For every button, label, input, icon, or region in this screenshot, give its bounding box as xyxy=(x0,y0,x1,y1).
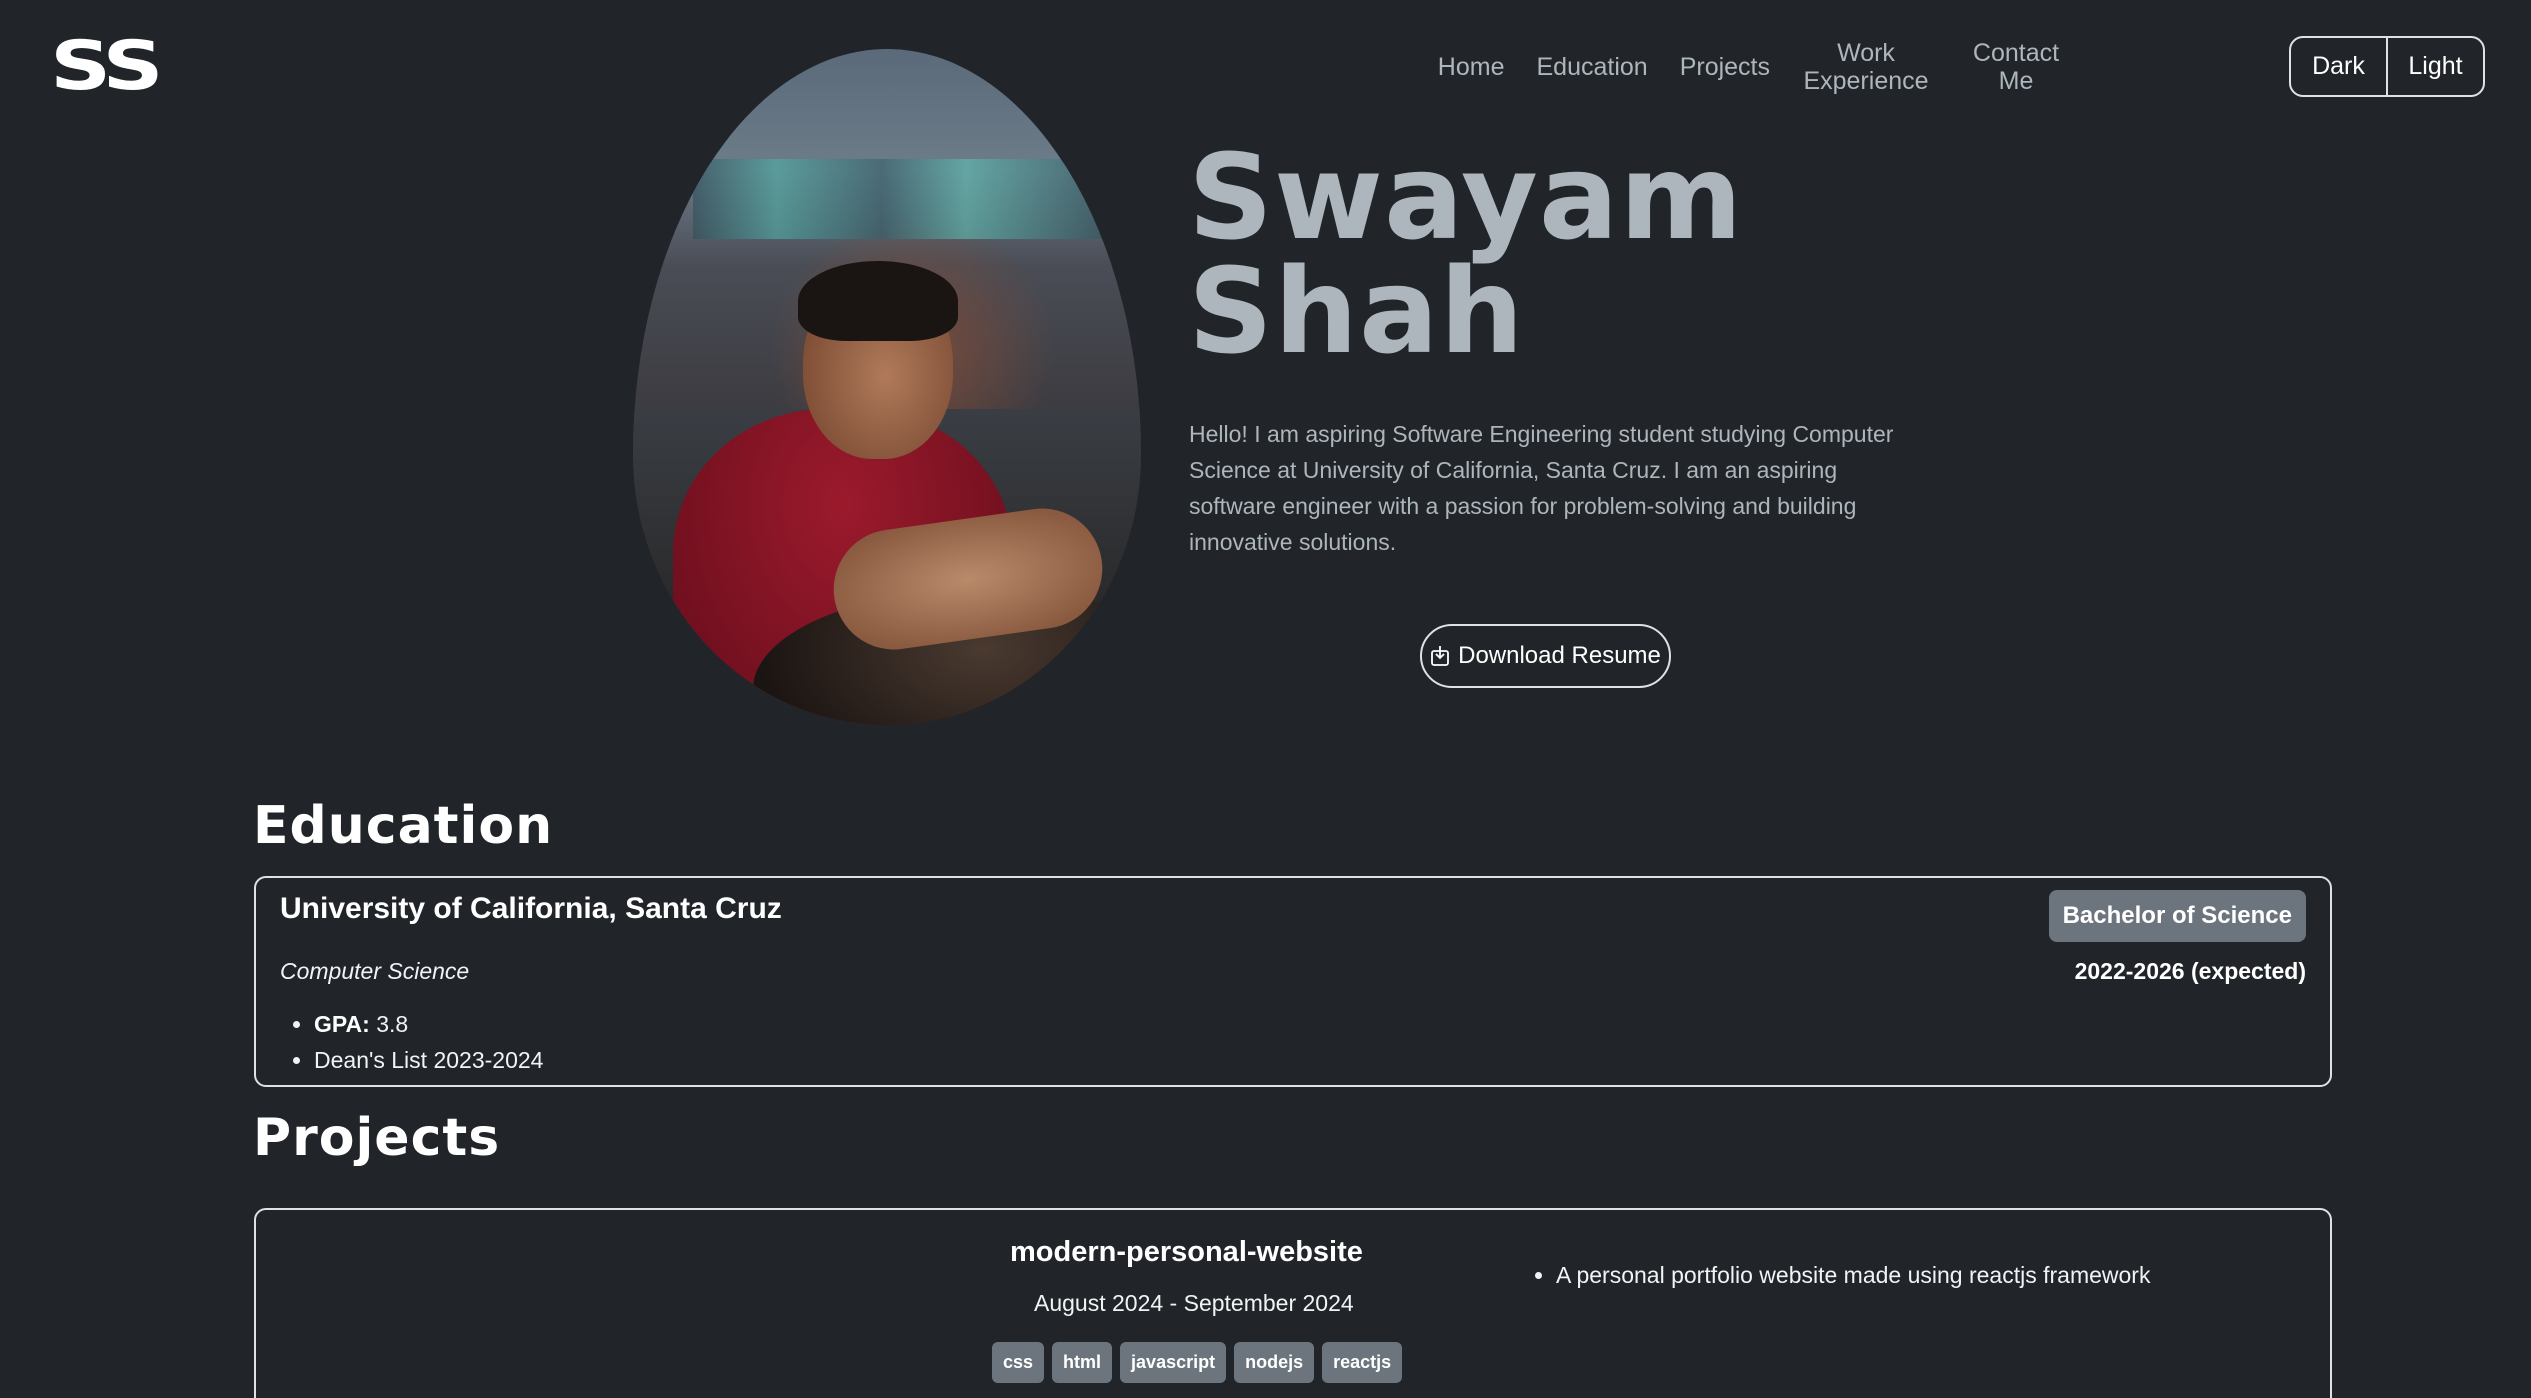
download-resume-label: Download Resume xyxy=(1458,642,1661,669)
theme-toggle: Dark Light xyxy=(2289,36,2485,97)
profile-photo xyxy=(633,49,1141,725)
hero-first-name: Swayam xyxy=(1188,128,1744,266)
honor-item: Dean's List 2023-2024 xyxy=(314,1042,543,1078)
tag-html: html xyxy=(1052,1342,1113,1383)
education-heading: Education xyxy=(253,796,554,856)
photo-person-hair xyxy=(798,261,958,341)
nav-education[interactable]: Education xyxy=(1520,53,1663,81)
education-card: University of California, Santa Cruz Com… xyxy=(254,876,2332,1087)
hero-last-name: Shah xyxy=(1188,242,1525,380)
gpa-label: GPA: xyxy=(314,1011,370,1037)
project-tags: css html javascript nodejs reactjs xyxy=(992,1342,1403,1383)
main-nav: Home Education Projects Work Experience … xyxy=(1422,34,2086,100)
page: SS Home Education Projects Work Experien… xyxy=(0,0,2531,1398)
projects-heading: Projects xyxy=(253,1108,501,1168)
nav-home[interactable]: Home xyxy=(1422,53,1521,81)
photo-background-shelf xyxy=(693,159,1113,239)
gpa-value: 3.8 xyxy=(376,1011,409,1037)
hero-name: Swayam Shah xyxy=(1188,128,1744,380)
project-card: modern-personal-website August 2024 - Se… xyxy=(254,1208,2332,1398)
download-resume-button[interactable]: Download Resume xyxy=(1420,624,1671,688)
education-dates: 2022-2026 (expected) xyxy=(2074,958,2306,984)
tag-nodejs: nodejs xyxy=(1234,1342,1315,1383)
nav-work-experience[interactable]: Work Experience xyxy=(1786,39,1946,95)
tag-css: css xyxy=(992,1342,1045,1383)
degree-badge: Bachelor of Science xyxy=(2048,890,2306,942)
tag-reactjs: reactjs xyxy=(1322,1342,1403,1383)
gpa-item: GPA: 3.8 xyxy=(314,1006,543,1042)
project-description: A personal portfolio website made using … xyxy=(1556,1262,2150,1289)
project-dates: August 2024 - September 2024 xyxy=(1034,1290,1354,1316)
education-details: GPA: 3.8 Dean's List 2023-2024 xyxy=(314,1006,543,1078)
download-icon xyxy=(1430,645,1450,667)
tag-javascript: javascript xyxy=(1120,1342,1227,1383)
hero-bio: Hello! I am aspiring Software Engineerin… xyxy=(1189,421,1894,555)
project-description-list: A personal portfolio website made using … xyxy=(1556,1262,2150,1289)
major: Computer Science xyxy=(280,958,470,984)
nav-contact-me[interactable]: Contact Me xyxy=(1946,39,2086,95)
light-theme-button[interactable]: Light xyxy=(2386,38,2483,95)
site-logo[interactable]: SS xyxy=(50,33,164,101)
dark-theme-button[interactable]: Dark xyxy=(2291,38,2386,95)
school-name: University of California, Santa Cruz xyxy=(280,892,782,925)
nav-projects[interactable]: Projects xyxy=(1664,53,1786,81)
